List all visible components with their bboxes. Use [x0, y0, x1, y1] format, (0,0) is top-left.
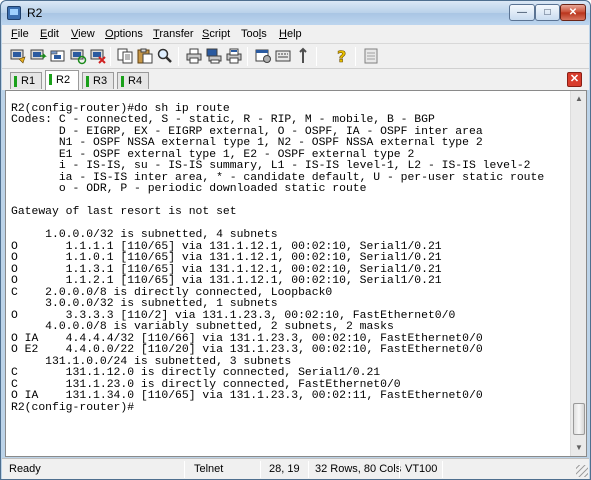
- terminal-line: 1.0.0.0/32 is subnetted, 4 subnets: [11, 229, 278, 241]
- tab-r1[interactable]: R1: [10, 72, 42, 89]
- terminal-output[interactable]: R2(config-router)#do sh ip route Codes: C…: [8, 92, 569, 455]
- session-options-icon[interactable]: [254, 47, 272, 65]
- status-divider: [260, 461, 261, 478]
- status-divider: [308, 461, 309, 478]
- connected-indicator: [86, 76, 89, 87]
- help-icon[interactable]: ?: [333, 47, 351, 65]
- terminal-line: o - ODR, P - periodic downloaded static …: [11, 183, 367, 195]
- toolbar-separator: [316, 47, 317, 66]
- status-divider: [184, 461, 185, 478]
- scroll-up-icon[interactable]: ▲: [571, 91, 587, 107]
- terminal-line: i - IS-IS, su - IS-IS summary, L1 - IS-I…: [11, 160, 531, 172]
- menu-edit-label: dit: [47, 28, 59, 40]
- quick-connect-icon[interactable]: [29, 47, 47, 65]
- terminal-line: N1 - OSPF NSSA external type 1, N2 - OSP…: [11, 137, 483, 149]
- toolbar-separator: [110, 47, 111, 66]
- app-icon[interactable]: [7, 6, 21, 20]
- menu-options-mnemonic: O: [105, 28, 114, 40]
- close-window-button[interactable]: ✕: [560, 4, 586, 21]
- status-divider: [442, 461, 443, 478]
- print-icon[interactable]: [185, 47, 203, 65]
- log-icon[interactable]: [362, 47, 380, 65]
- terminal-line: C 131.1.12.0 is directly connected, Seri…: [11, 367, 381, 379]
- title-bar[interactable]: R2 — □ ✕: [1, 1, 590, 25]
- terminal-line: 4.0.0.0/8 is variably subnetted, 2 subne…: [11, 321, 394, 333]
- connected-indicator: [49, 74, 52, 85]
- menu-options[interactable]: Options: [105, 28, 143, 40]
- menu-file-mnemonic: F: [11, 28, 18, 40]
- terminal-line: O 1.1.0.1 [110/65] via 131.1.12.1, 00:02…: [11, 252, 442, 264]
- tab-r3[interactable]: R3: [82, 72, 114, 89]
- menu-script[interactable]: Script: [202, 28, 230, 40]
- menu-script-label: cript: [209, 28, 231, 40]
- copy-icon[interactable]: [116, 47, 134, 65]
- menu-bar: File Edit View Options Transfer Script T…: [2, 25, 589, 44]
- connected-indicator: [121, 76, 124, 87]
- menu-help-label: elp: [286, 28, 302, 40]
- tab-label: R4: [128, 75, 143, 87]
- menu-tools-label: s: [261, 28, 267, 40]
- svg-text:?: ?: [337, 47, 346, 65]
- menu-view-label: iew: [78, 28, 95, 40]
- resize-grip-icon[interactable]: [576, 465, 588, 477]
- menu-file-label: ile: [17, 28, 29, 40]
- sftp-icon[interactable]: [294, 47, 312, 65]
- minimize-button[interactable]: —: [509, 4, 535, 21]
- terminal-line: Gateway of last resort is not set: [11, 206, 237, 218]
- status-protocol: Telnet: [194, 463, 224, 475]
- status-cursor: 28, 19: [269, 463, 300, 475]
- app-window: R2 — □ ✕ File Edit View Options Transfer…: [0, 0, 591, 480]
- menu-tools[interactable]: Tools: [241, 28, 267, 40]
- status-size: 32 Rows, 80 Cols: [315, 463, 402, 475]
- tab-label: R1: [21, 75, 36, 87]
- menu-help[interactable]: Help: [279, 28, 302, 40]
- print-selection-icon[interactable]: [225, 47, 243, 65]
- toolbar-separator: [355, 47, 356, 66]
- terminal-frame: R2(config-router)#do sh ip route Codes: C…: [5, 90, 587, 457]
- scroll-down-icon[interactable]: ▼: [571, 440, 587, 456]
- menu-file[interactable]: File: [11, 28, 29, 40]
- tab-label: R2: [56, 74, 71, 86]
- tab-r2[interactable]: R2: [45, 70, 79, 90]
- connect-in-tab-icon[interactable]: [49, 47, 67, 65]
- print-screen-icon[interactable]: [205, 47, 223, 65]
- scrollbar-thumb[interactable]: [573, 403, 585, 435]
- window-title: R2: [27, 6, 43, 20]
- key-map-icon[interactable]: [274, 47, 292, 65]
- menu-edit[interactable]: Edit: [40, 28, 59, 40]
- terminal-line: Codes: C - connected, S - static, R - RI…: [11, 114, 435, 126]
- status-emulation: VT100: [405, 463, 438, 475]
- tab-label: R3: [93, 75, 108, 87]
- close-tab-button[interactable]: ✕: [567, 72, 582, 87]
- status-bar: Ready Telnet 28, 19 32 Rows, 80 Cols VT1…: [2, 458, 589, 479]
- menu-view[interactable]: View: [71, 28, 95, 40]
- connected-indicator: [14, 76, 17, 87]
- disconnect-icon[interactable]: [89, 47, 107, 65]
- menu-tools-prefix: Too: [241, 28, 259, 40]
- toolbar: ?: [2, 44, 589, 69]
- paste-icon[interactable]: [136, 47, 154, 65]
- maximize-button[interactable]: □: [535, 4, 560, 21]
- toolbar-separator: [178, 47, 179, 66]
- find-icon[interactable]: [156, 47, 174, 65]
- terminal-line: O E2 4.4.0.0/22 [110/20] via 131.1.23.3,…: [11, 344, 483, 356]
- connect-icon[interactable]: [9, 47, 27, 65]
- status-divider: [399, 461, 400, 478]
- terminal-line: O IA 131.1.34.0 [110/65] via 131.1.23.3,…: [11, 390, 483, 402]
- terminal-line: 3.0.0.0/32 is subnetted, 1 subnets: [11, 298, 278, 310]
- status-state: Ready: [9, 463, 41, 475]
- terminal-line: R2(config-router)#: [11, 401, 135, 414]
- session-tabs: R1 R2 R3 R4 ✕: [2, 69, 589, 90]
- menu-help-mnemonic: H: [279, 28, 287, 40]
- reconnect-icon[interactable]: [69, 47, 87, 65]
- menu-transfer[interactable]: Transfer: [153, 28, 194, 40]
- vertical-scrollbar[interactable]: ▲ ▼: [570, 91, 586, 456]
- menu-transfer-label: ransfer: [159, 28, 194, 40]
- tab-r4[interactable]: R4: [117, 72, 149, 89]
- menu-options-label: ptions: [113, 28, 143, 40]
- terminal-line: O 1.1.2.1 [110/65] via 131.1.12.1, 00:02…: [11, 275, 442, 287]
- toolbar-separator: [247, 47, 248, 66]
